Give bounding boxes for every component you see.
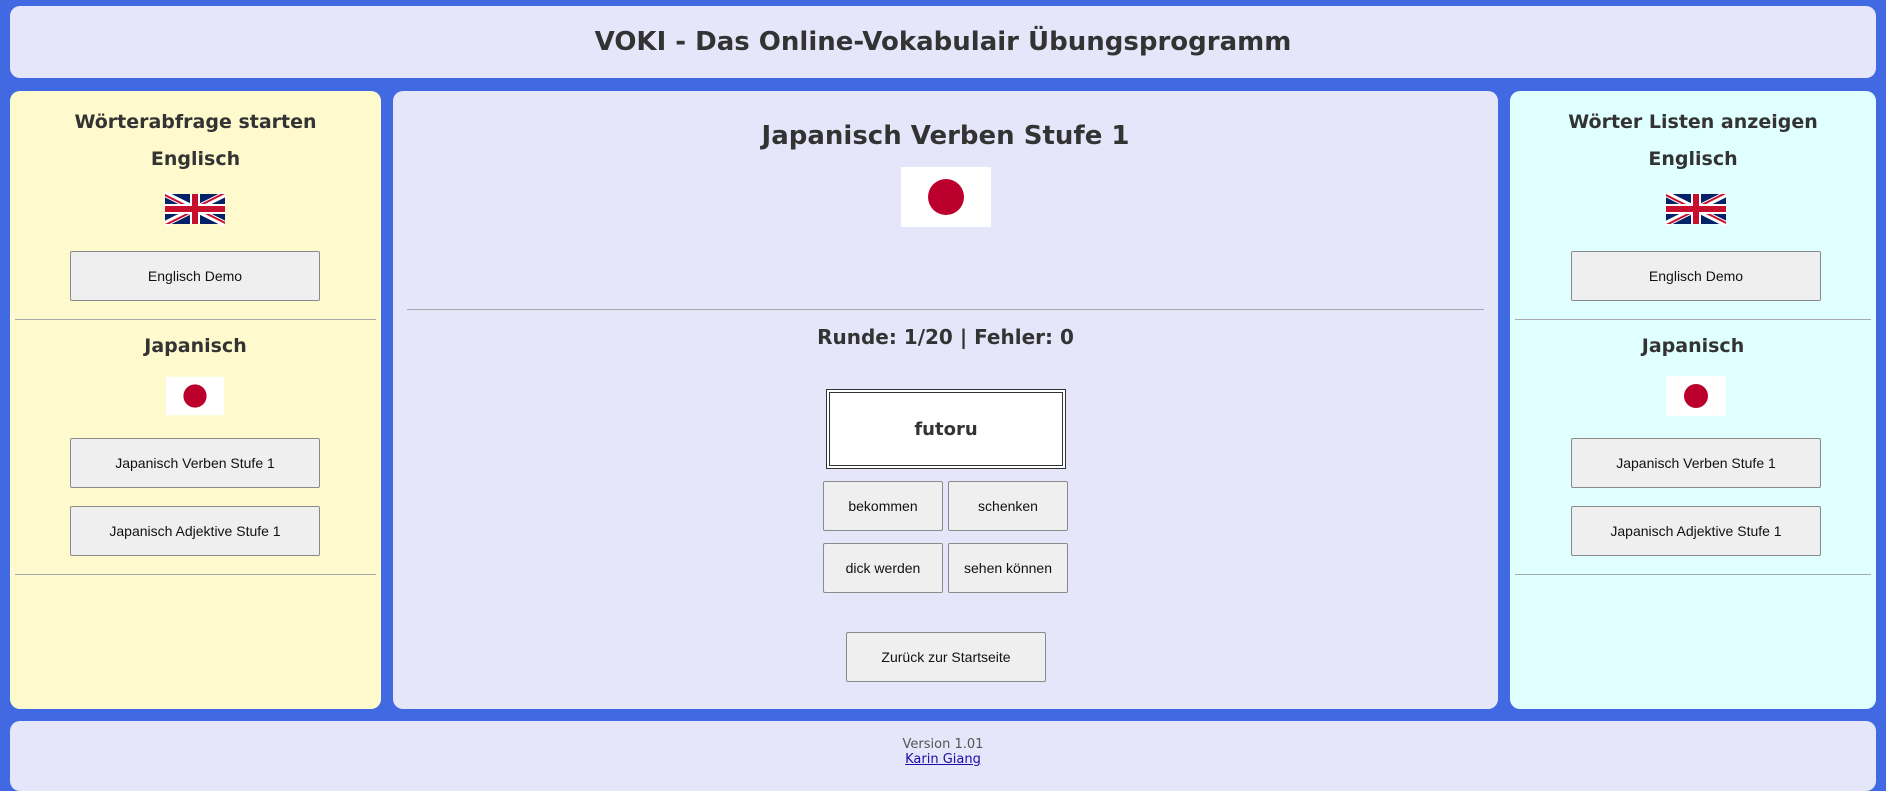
answer-button[interactable]: sehen können — [948, 543, 1068, 593]
header: VOKI - Das Online-Vokabulair Übungsprogr… — [10, 6, 1876, 78]
english-section-title: Englisch — [150, 148, 241, 170]
list-japanese-verbs-button[interactable]: Japanisch Verben Stufe 1 — [1571, 438, 1821, 488]
divider — [15, 574, 376, 575]
word-lists-panel: Wörter Listen anzeigen Englisch Englisch… — [1510, 91, 1876, 709]
uk-flag-icon — [1666, 189, 1726, 229]
footer: Version 1.01 Karin Giang — [10, 721, 1876, 791]
version-text: Version 1.01 — [902, 737, 984, 752]
answer-button[interactable]: dick werden — [823, 543, 943, 593]
list-japanese-adjectives-button[interactable]: Japanisch Adjektive Stufe 1 — [1571, 506, 1821, 556]
list-english-demo-button[interactable]: Englisch Demo — [1571, 251, 1821, 301]
quiz-japanese-adjectives-button[interactable]: Japanisch Adjektive Stufe 1 — [70, 506, 320, 556]
answer-button[interactable]: schenken — [948, 481, 1068, 531]
quiz-start-title: Wörterabfrage starten — [74, 111, 317, 133]
question-word: futoru — [826, 389, 1066, 469]
divider — [1515, 319, 1871, 320]
round-status: Runde: 1/20 | Fehler: 0 — [817, 325, 1074, 349]
divider — [1515, 574, 1871, 575]
quiz-english-demo-button[interactable]: Englisch Demo — [70, 251, 320, 301]
japanese-section-title: Japanisch — [144, 335, 247, 357]
quiz-start-panel: Wörterabfrage starten Englisch Englisch … — [10, 91, 381, 709]
uk-flag-icon — [165, 189, 225, 229]
japan-flag-icon — [166, 376, 224, 416]
author-link[interactable]: Karin Giang — [905, 752, 981, 767]
word-lists-title: Wörter Listen anzeigen — [1568, 111, 1818, 133]
quiz-title: Japanisch Verben Stufe 1 — [761, 121, 1130, 151]
quiz-panel: Japanisch Verben Stufe 1 Runde: 1/20 | F… — [393, 91, 1498, 709]
english-section-title: Englisch — [1648, 148, 1738, 170]
japan-flag-icon — [1666, 376, 1726, 416]
divider — [15, 319, 376, 320]
page-title: VOKI - Das Online-Vokabulair Übungsprogr… — [594, 27, 1292, 57]
japanese-section-title: Japanisch — [1641, 335, 1745, 357]
japan-flag-icon — [901, 167, 991, 227]
back-to-home-button[interactable]: Zurück zur Startseite — [846, 632, 1046, 682]
quiz-japanese-verbs-button[interactable]: Japanisch Verben Stufe 1 — [70, 438, 320, 488]
divider — [407, 309, 1484, 310]
answer-button[interactable]: bekommen — [823, 481, 943, 531]
